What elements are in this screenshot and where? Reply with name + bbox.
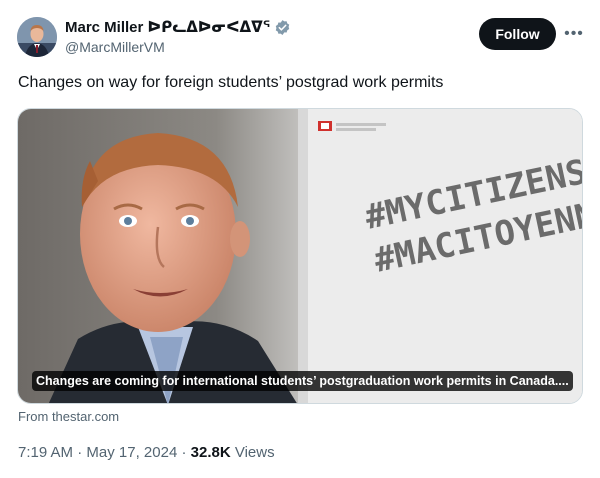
avatar-image xyxy=(17,17,57,57)
views-label: Views xyxy=(234,444,275,461)
verified-badge-icon[interactable] xyxy=(274,19,291,36)
link-source[interactable]: From thestar.com xyxy=(18,409,119,424)
author-avatar[interactable] xyxy=(17,17,57,57)
author-info: Marc Miller ᐅᑭᓚᐃᐅᓂᐸᐃᐁᕐ @MarcMillerVM xyxy=(65,17,291,55)
tweet-meta: 7:19 AM · May 17, 2024 · 32.8K Views xyxy=(18,444,275,461)
follow-button[interactable]: Follow xyxy=(479,18,556,50)
divider xyxy=(0,432,600,433)
author-display-name[interactable]: Marc Miller ᐅᑭᓚᐃᐅᓂᐸᐃᐁᕐ xyxy=(65,18,270,36)
views-count: 32.8K xyxy=(190,444,231,461)
news-photo: #MYCITIZENSHIP #MACITOYENNETÉ xyxy=(18,109,582,403)
more-horizontal-icon[interactable]: ••• xyxy=(564,24,584,44)
tweet-time[interactable]: 7:19 AM xyxy=(18,444,73,461)
meta-separator: · xyxy=(73,444,87,461)
tweet-text: Changes on way for foreign students’ pos… xyxy=(18,74,444,91)
tweet-date[interactable]: May 17, 2024 xyxy=(86,444,177,461)
link-card-media[interactable]: #MYCITIZENSHIP #MACITOYENNETÉ Changes ar… xyxy=(17,108,583,404)
media-caption: Changes are coming for international stu… xyxy=(32,371,573,391)
meta-separator-2: · xyxy=(177,444,191,461)
author-handle[interactable]: @MarcMillerVM xyxy=(65,39,291,55)
